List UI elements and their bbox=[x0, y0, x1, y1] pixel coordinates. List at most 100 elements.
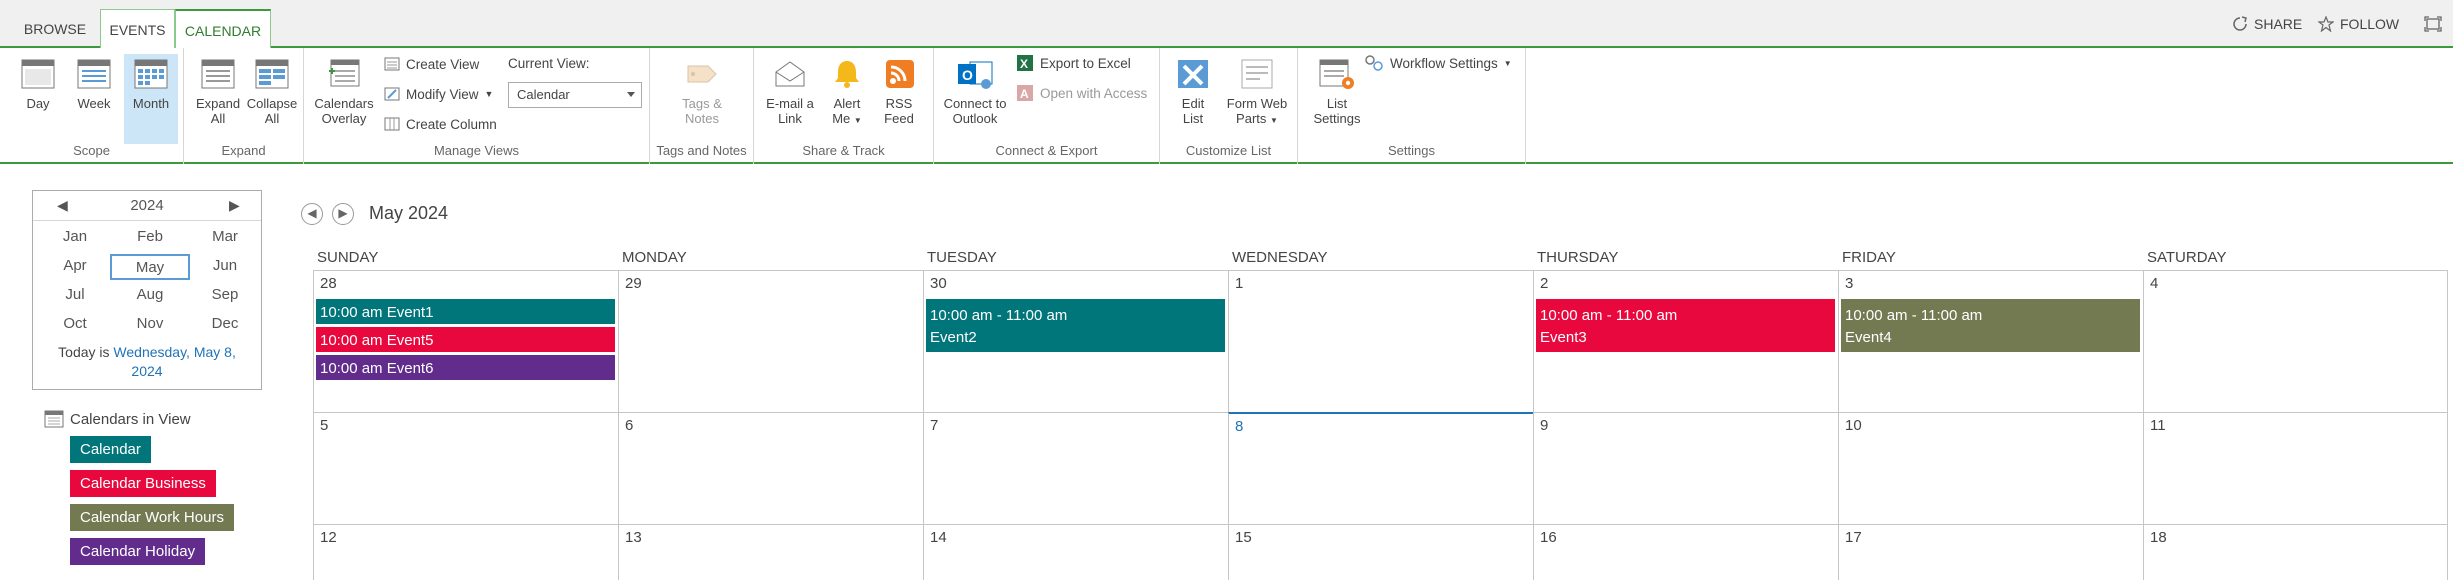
day-cell[interactable]: 4 bbox=[2143, 270, 2448, 412]
day-cell[interactable]: 12 bbox=[313, 524, 618, 580]
previous-month-button[interactable]: ◀ bbox=[301, 203, 323, 225]
picker-divider bbox=[33, 220, 261, 221]
day-cell[interactable]: 6 bbox=[618, 412, 923, 524]
calendar-event[interactable]: 10:00 am - 11:00 am Event4 bbox=[1841, 299, 2140, 352]
tab-events[interactable]: EVENTS bbox=[100, 9, 175, 50]
calendar-event[interactable]: 10:00 am Event1 bbox=[316, 299, 615, 324]
day-cell[interactable]: 1 bbox=[1228, 270, 1533, 412]
picker-month-oct[interactable]: Oct bbox=[35, 312, 115, 338]
picker-month-dec[interactable]: Dec bbox=[185, 312, 265, 338]
collapse-all-icon bbox=[255, 59, 289, 89]
day-cell[interactable]: 14 bbox=[923, 524, 1228, 580]
rss-feed-button[interactable]: RSS Feed bbox=[874, 54, 924, 126]
calendar-legend-item[interactable]: Calendar Work Hours bbox=[70, 504, 234, 531]
collapse-all-button[interactable]: Collapse All bbox=[244, 54, 300, 126]
today-prefix: Today is bbox=[58, 344, 114, 360]
day-cell[interactable]: 7 bbox=[923, 412, 1228, 524]
month-view-button[interactable]: Month bbox=[124, 54, 178, 144]
chevron-down-icon bbox=[627, 92, 635, 97]
ribbon-group-manage-views: Calendars Overlay Create View Modify Vie… bbox=[304, 48, 650, 164]
day-number: 17 bbox=[1845, 529, 1862, 546]
focus-on-content-button[interactable] bbox=[2424, 16, 2442, 32]
picker-month-mar[interactable]: Mar bbox=[185, 225, 265, 251]
expand-all-button[interactable]: Expand All bbox=[190, 54, 246, 126]
edit-list-label-1: Edit bbox=[1181, 96, 1205, 111]
share-button[interactable]: SHARE bbox=[2232, 16, 2302, 32]
picker-month-nov[interactable]: Nov bbox=[110, 312, 190, 338]
day-cell[interactable]: 5 bbox=[313, 412, 618, 524]
calendars-in-view-heading: Calendars in View bbox=[44, 410, 191, 428]
today-link[interactable]: Wednesday, May 8, 2024 bbox=[113, 344, 235, 379]
calendar-title: May 2024 bbox=[369, 203, 449, 223]
event-title: Event5 bbox=[386, 332, 434, 349]
day-cell[interactable]: 13 bbox=[618, 524, 923, 580]
calendar-legend-item[interactable]: Calendar bbox=[70, 436, 151, 463]
excel-icon: X bbox=[1017, 55, 1033, 71]
connect-outlook-label-2: Outlook bbox=[952, 111, 998, 126]
calendar-legend-item[interactable]: Calendar Business bbox=[70, 470, 216, 497]
rss-feed-label-2: Feed bbox=[884, 111, 914, 126]
day-cell[interactable]: 17 bbox=[1838, 524, 2143, 580]
list-settings-button[interactable]: List Settings bbox=[1306, 54, 1368, 126]
picker-month-jun[interactable]: Jun bbox=[185, 254, 265, 280]
ribbon-group-settings: List Settings Workflow Settings ▼ Settin… bbox=[1298, 48, 1526, 164]
day-cell[interactable]: 10 bbox=[1838, 412, 2143, 524]
calendar-event[interactable]: 10:00 am - 11:00 am Event2 bbox=[926, 299, 1225, 352]
next-month-button[interactable]: ▶ bbox=[332, 203, 354, 225]
modify-view-label: Modify View bbox=[406, 86, 479, 102]
picker-month-feb[interactable]: Feb bbox=[110, 225, 190, 251]
share-icon bbox=[2233, 16, 2247, 31]
fullscreen-icon bbox=[2424, 16, 2442, 32]
calendar-event[interactable]: 10:00 am Event5 bbox=[316, 327, 615, 352]
today-text: Today is Wednesday, May 8, 2024 bbox=[33, 343, 261, 381]
picker-month-may[interactable]: May bbox=[110, 254, 190, 280]
group-label-scope: Scope bbox=[73, 143, 110, 158]
calendar-event[interactable]: 10:00 am Event6 bbox=[316, 355, 615, 380]
calendar-event[interactable]: 10:00 am - 11:00 am Event3 bbox=[1536, 299, 1835, 352]
day-cell[interactable]: 29 bbox=[618, 270, 923, 412]
day-cell[interactable]: 8 bbox=[1228, 412, 1533, 524]
tags-notes-button[interactable]: Tags & Notes bbox=[666, 54, 738, 126]
calendar-legend-item[interactable]: Calendar Holiday bbox=[70, 538, 206, 565]
connect-to-outlook-button[interactable]: O Connect to Outlook bbox=[940, 54, 1010, 126]
current-view-dropdown[interactable]: Calendar bbox=[508, 82, 642, 108]
picker-month-apr[interactable]: Apr bbox=[35, 254, 115, 280]
ribbon-group-share-track: E-mail a Link Alert Me ▼ RSS Feed Share … bbox=[754, 48, 934, 164]
month-label: Month bbox=[132, 96, 170, 111]
picker-month-sep[interactable]: Sep bbox=[185, 283, 265, 309]
open-with-access-button[interactable]: A Open with Access bbox=[1016, 84, 1147, 102]
calendars-overlay-label-1: Calendars bbox=[314, 96, 374, 111]
modify-view-button[interactable]: Modify View ▼ bbox=[384, 86, 493, 102]
chevron-down-icon: ▼ bbox=[484, 89, 494, 99]
picker-month-jan[interactable]: Jan bbox=[35, 225, 115, 251]
workflow-settings-button[interactable]: Workflow Settings ▼ bbox=[1364, 54, 1512, 72]
picker-month-jul[interactable]: Jul bbox=[35, 283, 115, 309]
day-number: 10 bbox=[1845, 417, 1862, 434]
tab-calendar[interactable]: CALENDAR bbox=[175, 9, 271, 50]
svg-text:X: X bbox=[1020, 57, 1028, 71]
tab-browse[interactable]: BROWSE bbox=[12, 10, 98, 48]
next-year-button[interactable]: ▶ bbox=[229, 197, 240, 214]
week-view-button[interactable]: Week bbox=[70, 54, 118, 111]
day-cell[interactable]: 15 bbox=[1228, 524, 1533, 580]
list-settings-label-1: List bbox=[1326, 96, 1348, 111]
form-web-parts-button[interactable]: Form Web Parts ▼ bbox=[1224, 54, 1290, 128]
day-view-button[interactable]: Day bbox=[14, 54, 62, 111]
day-number: 1 bbox=[1235, 275, 1244, 292]
alert-me-button[interactable]: Alert Me ▼ bbox=[822, 54, 872, 128]
picker-month-aug[interactable]: Aug bbox=[110, 283, 190, 309]
day-cell[interactable]: 18 bbox=[2143, 524, 2448, 580]
ribbon-group-connect-export: O Connect to Outlook X Export to Excel A… bbox=[934, 48, 1160, 164]
day-cell[interactable]: 11 bbox=[2143, 412, 2448, 524]
create-view-button[interactable]: Create View bbox=[384, 56, 479, 72]
day-cell[interactable]: 9 bbox=[1533, 412, 1838, 524]
follow-button[interactable]: FOLLOW bbox=[2318, 16, 2399, 32]
day-cell[interactable]: 16 bbox=[1533, 524, 1838, 580]
calendar-month-icon bbox=[134, 59, 168, 89]
calendars-overlay-button[interactable]: Calendars Overlay bbox=[312, 54, 376, 126]
create-column-button[interactable]: Create Column bbox=[384, 116, 497, 132]
export-to-excel-button[interactable]: X Export to Excel bbox=[1016, 54, 1131, 72]
email-link-button[interactable]: E-mail a Link bbox=[760, 54, 820, 126]
day-number: 12 bbox=[320, 529, 337, 546]
edit-list-button[interactable]: Edit List bbox=[1168, 54, 1218, 126]
